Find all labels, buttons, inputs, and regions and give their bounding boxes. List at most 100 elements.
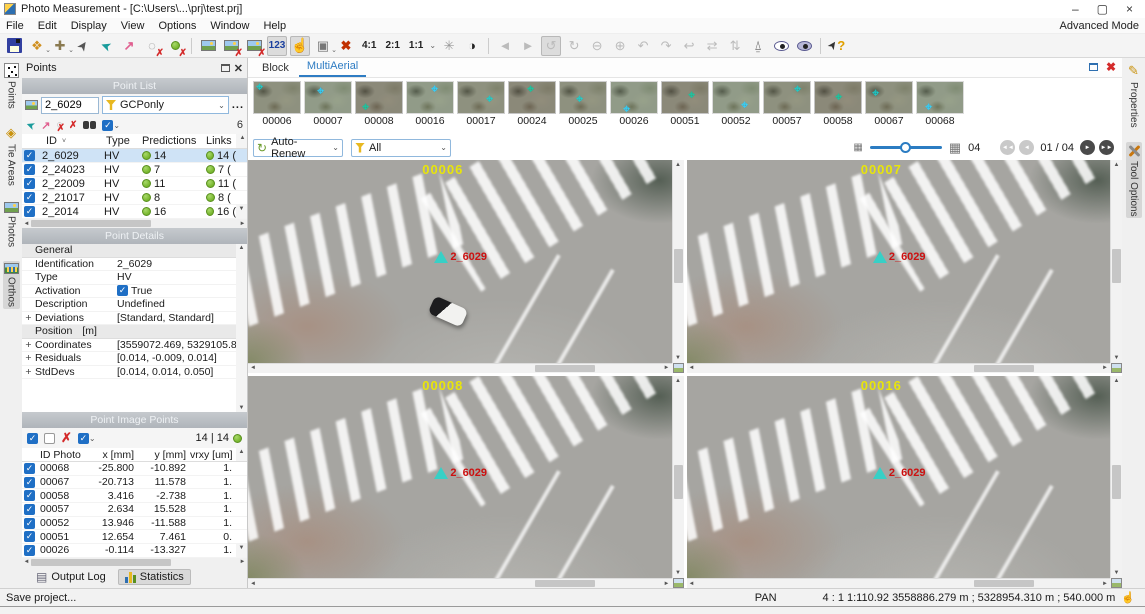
tab-block[interactable]: Block — [254, 60, 297, 77]
rotate-ccw-button[interactable]: ↶ — [633, 36, 653, 56]
menu-file[interactable]: File — [6, 20, 24, 32]
row-checkbox[interactable]: ✓ — [24, 164, 35, 175]
delete-selection-icon[interactable]: ◌ — [56, 119, 64, 134]
point-marker[interactable]: 2_6029 — [434, 466, 487, 479]
close-button[interactable]: × — [1126, 2, 1133, 16]
contrast-button[interactable]: ◑ — [462, 36, 482, 56]
image-points-hscrollbar[interactable]: ◄ ► — [22, 557, 247, 567]
expand-toggle[interactable]: + — [22, 366, 35, 378]
row-checkbox[interactable]: ✓ — [24, 476, 35, 488]
search-binoculars-icon[interactable] — [83, 121, 97, 129]
point-id-input[interactable] — [41, 96, 99, 114]
scroll-down-arrow[interactable]: ▼ — [236, 205, 247, 218]
output-log-button[interactable]: ▤ Output Log — [30, 569, 112, 585]
col-vrxy[interactable]: vrxy [um] — [190, 449, 236, 461]
last-page-button[interactable]: ►► — [1099, 140, 1114, 155]
thumbnail[interactable]: ⌖ 00007 — [304, 81, 352, 135]
viewport-adjust-icon[interactable] — [1110, 578, 1122, 588]
expand-toggle[interactable]: + — [22, 339, 35, 351]
delete-point-button[interactable] — [165, 36, 187, 59]
filter-more-button[interactable]: ... — [232, 99, 244, 111]
thumbnail[interactable]: ⌖ 00057 — [763, 81, 811, 135]
row-checkbox[interactable]: ✓ — [24, 544, 35, 556]
fit-view-button[interactable]: ✖ — [336, 36, 356, 56]
save-button[interactable] — [4, 36, 24, 56]
minimize-button[interactable]: – — [1072, 2, 1079, 16]
aerial-image[interactable]: 00016 2_6029 — [686, 375, 1110, 578]
scroll-up-arrow[interactable]: ▲ — [236, 448, 247, 461]
prediction-path-button[interactable]: ↗ — [119, 36, 139, 56]
check-options-icon[interactable]: ✓ ⌄ — [77, 432, 96, 444]
block-menu-button[interactable]: ❖ ⌄ — [27, 36, 51, 56]
thumbnail[interactable]: ⌖ 00016 — [406, 81, 454, 135]
image-point-row[interactable]: ✓ 00068 -25.800 -10.892 1. — [22, 462, 247, 476]
close-panel-icon[interactable]: ✕ — [234, 62, 243, 75]
row-checkbox[interactable]: ✓ — [24, 531, 35, 543]
point-marker[interactable]: 2_6029 — [434, 251, 487, 264]
point-list-hscrollbar[interactable]: ◄ ► — [22, 219, 247, 228]
expand-toggle[interactable]: + — [22, 352, 35, 364]
zoom-4-1-button[interactable]: 4:1 — [359, 40, 379, 51]
delete-image-point-button[interactable]: ✗ — [61, 430, 72, 446]
col-id[interactable]: ID ˅ — [42, 135, 104, 147]
group-general[interactable]: General — [35, 244, 236, 256]
point-row[interactable]: ✓ 2_2014 HV 16 16 ( ▼ — [22, 205, 247, 219]
aerial-image[interactable]: 00006 2_6029 — [248, 160, 672, 363]
maximize-button[interactable]: ▢ — [1097, 2, 1108, 16]
menu-display[interactable]: Display — [71, 20, 107, 32]
col-type[interactable]: Type — [104, 135, 140, 147]
row-checkbox[interactable]: ✓ — [24, 517, 35, 529]
first-page-button[interactable]: ◄◄ — [1000, 140, 1016, 155]
thumbnail[interactable]: ⌖ 00068 — [916, 81, 964, 135]
viewport-hscrollbar[interactable]: ◄ ► — [248, 362, 672, 373]
statistics-button[interactable]: Statistics — [117, 569, 191, 586]
viewport-vscrollbar[interactable]: ▲ ▼ — [671, 160, 684, 363]
sidebar-tab-tie-areas[interactable]: ◈ Tie Areas — [5, 123, 18, 188]
thumbnail[interactable]: ⌖ 00025 — [559, 81, 607, 135]
viewport-hscrollbar[interactable]: ◄ ► — [686, 578, 1110, 588]
prev-page-button[interactable]: ◄ — [1019, 140, 1035, 155]
row-checkbox[interactable]: ✓ — [24, 192, 35, 203]
move-tool-button[interactable]: ✚ ⌄ — [50, 36, 74, 56]
col-y[interactable]: y [mm] — [138, 449, 190, 461]
zoom-1-1-button[interactable]: 1:1 — [406, 40, 426, 51]
viewport-adjust-icon[interactable] — [671, 362, 684, 373]
viewport-00007[interactable]: 00007 2_6029 ▲ ▼ ◄ ► — [686, 160, 1122, 373]
point-marker[interactable]: 2_6029 — [872, 251, 926, 264]
expand-toggle[interactable]: + — [22, 312, 35, 324]
image-delete-all-button[interactable] — [244, 36, 266, 59]
viewport-00006[interactable]: 00006 2_6029 ▲ ▼ ◄ ► — [248, 160, 684, 373]
col-x[interactable]: x [mm] — [84, 449, 138, 461]
thumbnail[interactable]: ⌖ 00067 — [865, 81, 913, 135]
select-all-checkbox[interactable]: ✓ — [27, 432, 38, 444]
slider-handle[interactable] — [900, 142, 912, 153]
measure-point-button[interactable]: ➤ — [93, 33, 119, 59]
point-row[interactable]: ✓ 2_24023 HV 7 7 ( — [22, 163, 247, 177]
thumbnail[interactable]: ⌖ 00051 — [661, 81, 709, 135]
row-checkbox[interactable]: ✓ — [24, 503, 35, 515]
row-checkbox[interactable]: ✓ — [24, 178, 35, 189]
rotate-cw-button[interactable]: ↷ — [656, 36, 676, 56]
overlay-layers-button[interactable]: ▣ ⌄ — [313, 36, 337, 56]
context-help-button[interactable]: ➤? — [826, 36, 847, 56]
image-point-row[interactable]: ✓ 00051 12.654 7.461 0. — [22, 530, 247, 545]
photo-filter-combo[interactable]: All ⌄ — [351, 138, 451, 157]
select-cursor-button[interactable]: ➤ — [69, 32, 97, 60]
prev-view-button[interactable]: ◄ — [495, 36, 515, 56]
menu-help[interactable]: Help — [263, 20, 286, 32]
survey-tripod-button[interactable]: ⍙ — [748, 36, 768, 56]
viewport-00008[interactable]: 00008 2_6029 ▲ ▼ ◄ ► — [248, 375, 684, 588]
point-marker[interactable]: 2_6029 — [872, 466, 926, 479]
image-point-row[interactable]: ✓ 00058 3.416 -2.738 1. — [22, 489, 247, 504]
next-view-button[interactable]: ► — [518, 36, 538, 56]
new-point-icon[interactable] — [25, 100, 38, 110]
row-checkbox[interactable]: ✓ — [24, 490, 35, 502]
scroll-up-arrow[interactable]: ▲ — [236, 134, 247, 148]
point-row[interactable]: ✓ 2_22009 HV 11 11 ( — [22, 177, 247, 191]
menu-edit[interactable]: Edit — [38, 20, 57, 32]
tab-multiaerial[interactable]: MultiAerial — [298, 58, 367, 77]
thumbnail[interactable]: ⌖ 00006 — [253, 81, 301, 135]
group-position[interactable]: Position [m] — [35, 325, 236, 337]
col-predictions[interactable]: Predictions — [140, 135, 204, 147]
image-point-row[interactable]: ✓ 00057 2.634 15.528 1. — [22, 503, 247, 517]
